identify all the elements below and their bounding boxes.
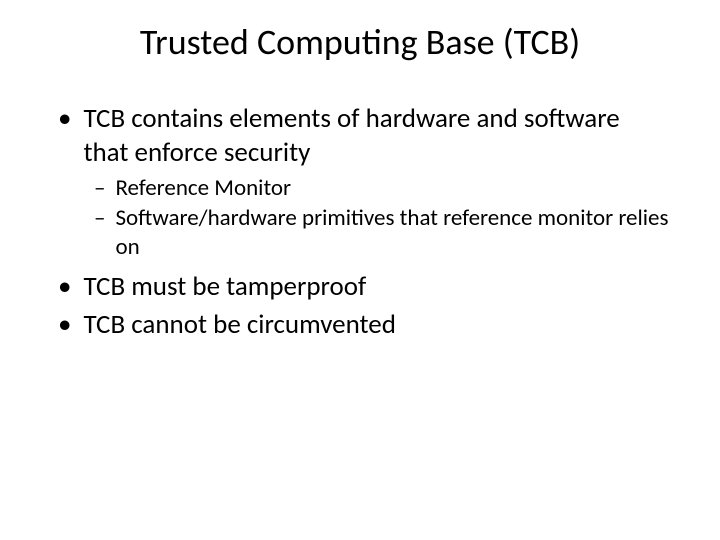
- bullet-icon: •: [58, 102, 71, 136]
- bullet-icon: •: [58, 270, 71, 304]
- sub-list: – Reference Monitor – Software/hardware …: [58, 174, 670, 262]
- sub-text: Software/hardware primitives that refere…: [115, 204, 670, 262]
- bullet-list: • TCB contains elements of hardware and …: [50, 102, 670, 341]
- dash-icon: –: [94, 204, 105, 233]
- sub-item-1: – Reference Monitor: [94, 174, 670, 203]
- bullet-text: TCB contains elements of hardware and so…: [83, 102, 670, 170]
- sub-item-2: – Software/hardware primitives that refe…: [94, 204, 670, 262]
- slide-title: Trusted Computing Base (TCB): [50, 20, 670, 64]
- sub-text: Reference Monitor: [115, 174, 670, 203]
- slide-container: Trusted Computing Base (TCB) • TCB conta…: [0, 0, 720, 375]
- bullet-text: TCB must be tamperproof: [83, 270, 670, 304]
- bullet-icon: •: [58, 308, 71, 342]
- bullet-item-2: • TCB must be tamperproof: [58, 270, 670, 304]
- bullet-item-3: • TCB cannot be circumvented: [58, 308, 670, 342]
- bullet-text: TCB cannot be circumvented: [83, 308, 670, 342]
- bullet-item-1: • TCB contains elements of hardware and …: [58, 102, 670, 170]
- dash-icon: –: [94, 174, 105, 203]
